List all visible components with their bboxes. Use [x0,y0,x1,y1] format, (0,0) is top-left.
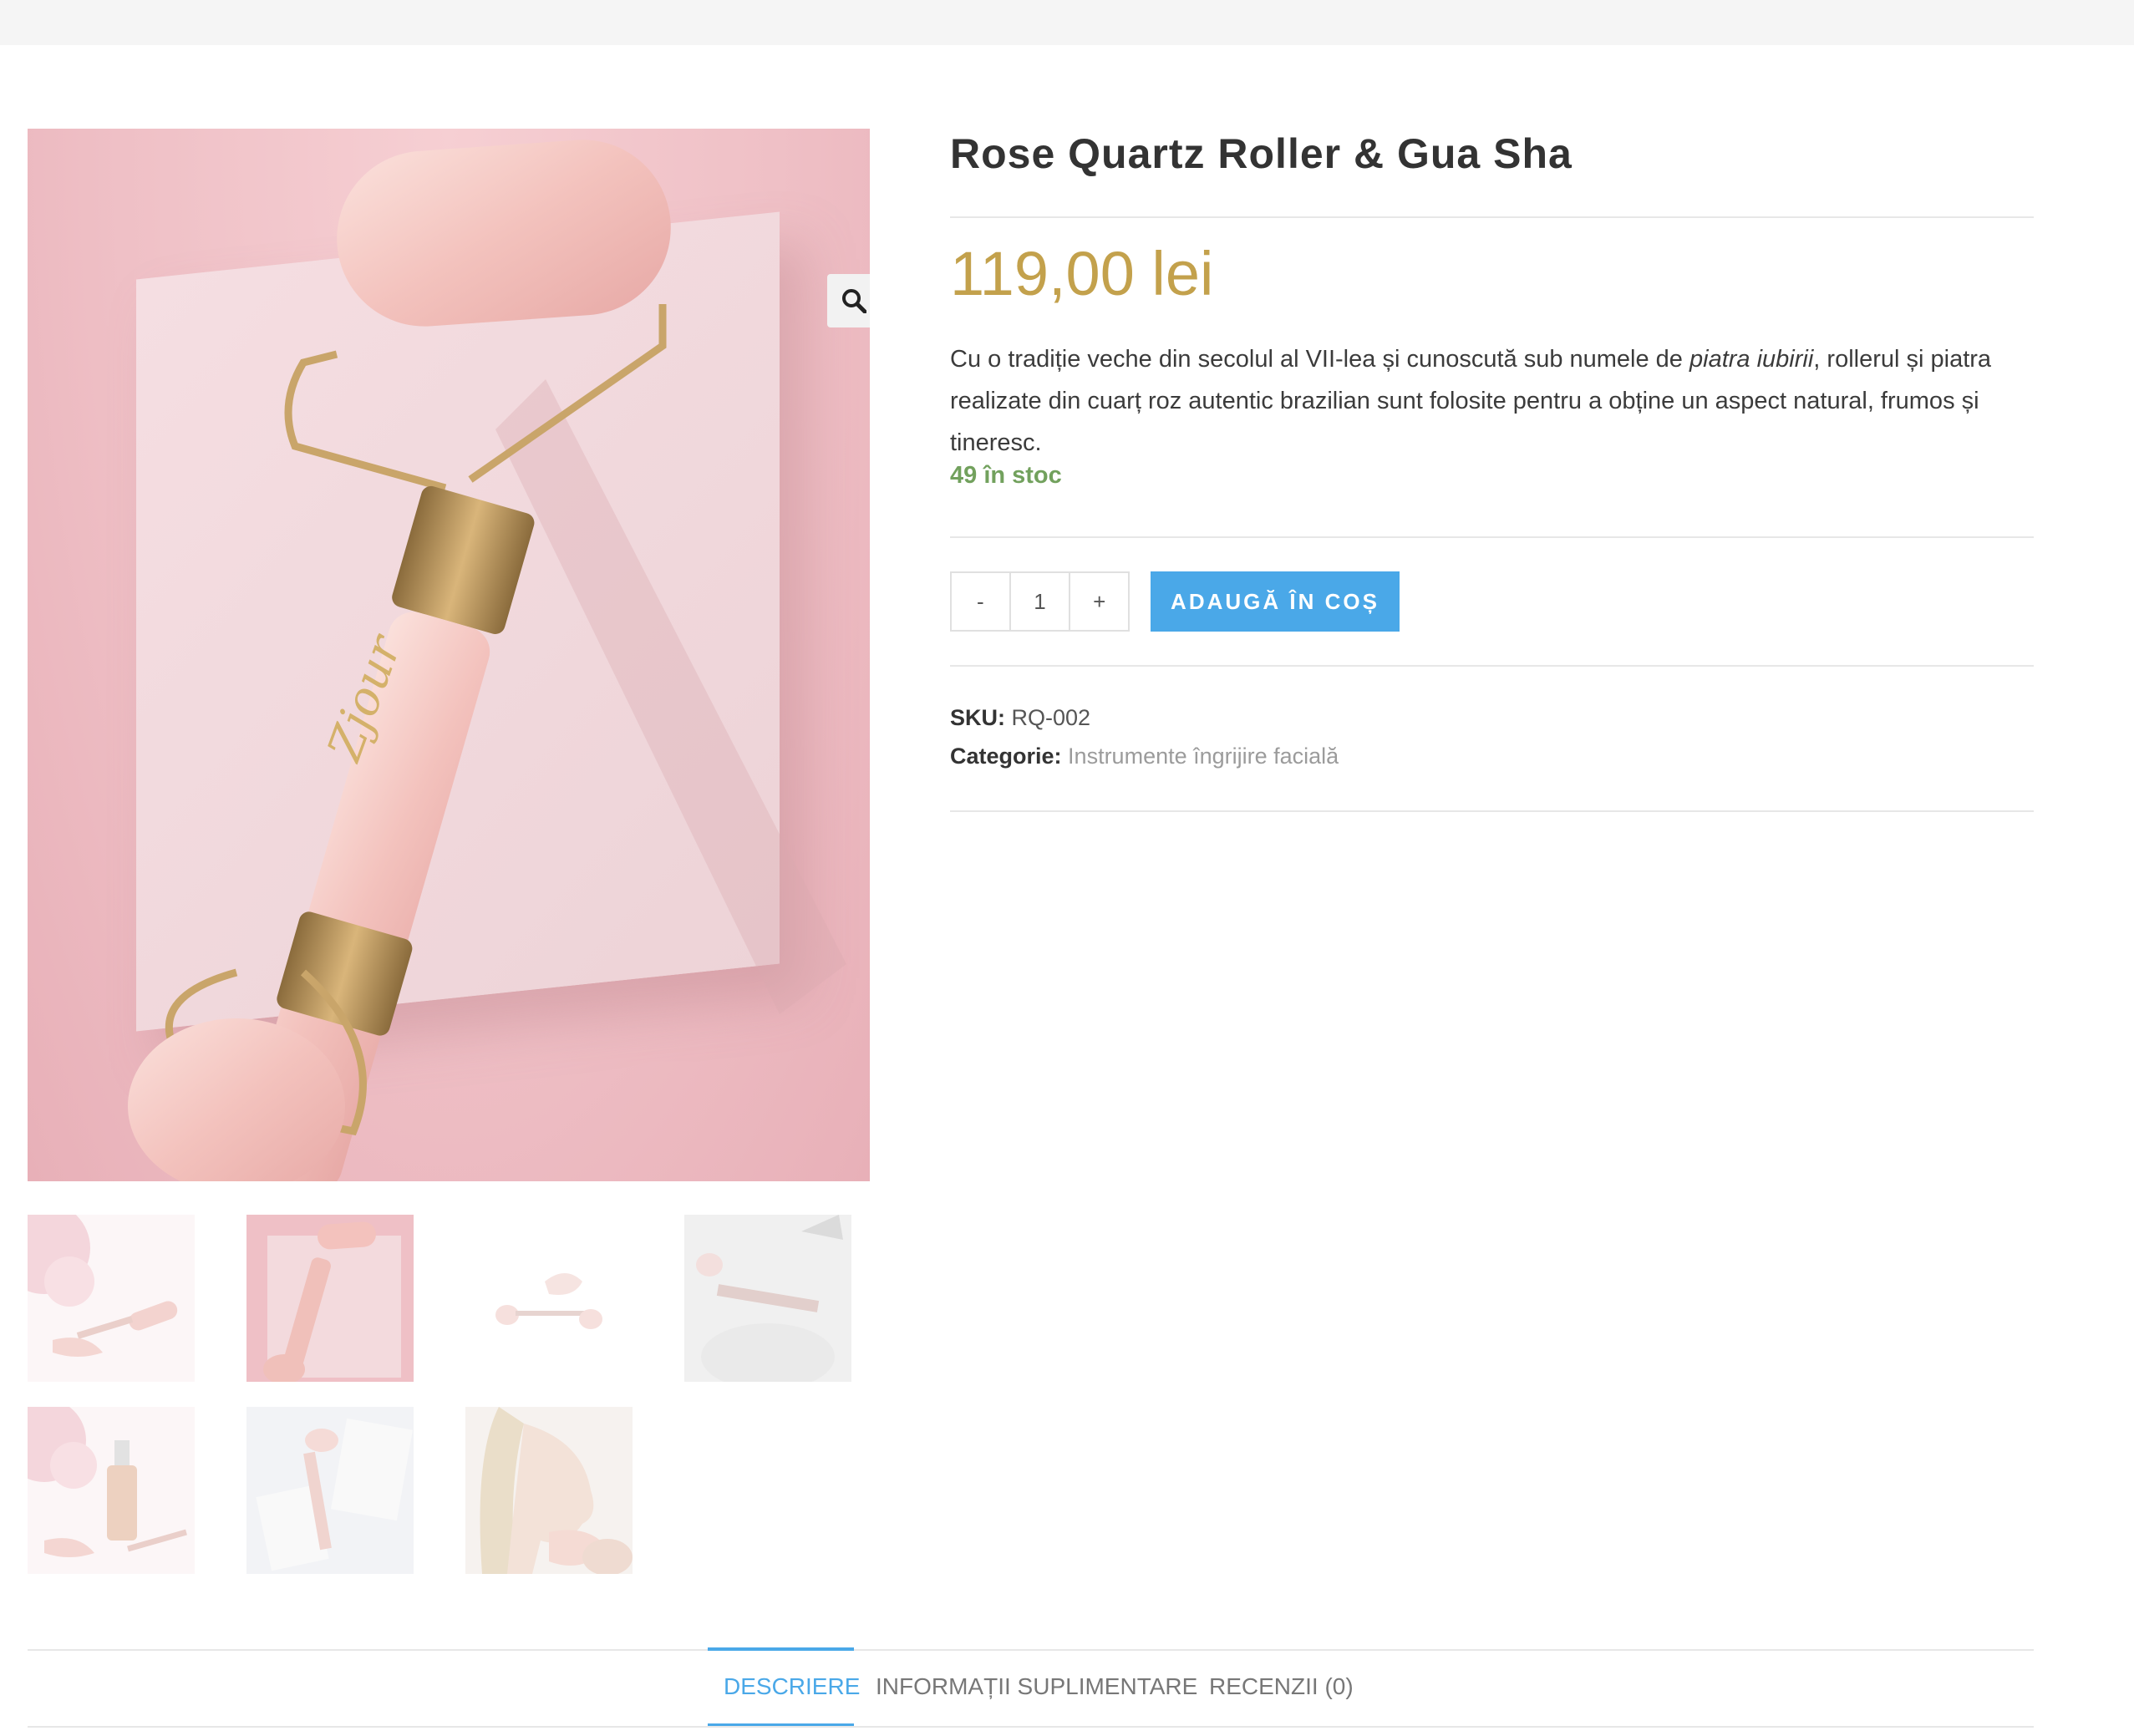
thumbnail-1[interactable] [28,1215,195,1382]
tab-reviews[interactable]: RECENZII (0) [1209,1673,1354,1700]
thumbnail-6[interactable] [246,1407,414,1574]
sku-label: SKU: [950,705,1005,730]
category-label: Categorie: [950,744,1062,769]
product-sku: SKU: RQ-002 [950,705,1090,731]
quantity-input[interactable]: 1 [1009,573,1071,630]
tabs-top-border [28,1649,2034,1651]
divider [950,810,2034,812]
serum-flowers-thumb [28,1407,195,1574]
description-text: Cu o tradiție veche din secolul al VII-l… [950,346,1689,373]
roller-flowers-thumb [28,1215,195,1382]
thumbnail-7[interactable] [465,1407,633,1574]
quantity-stepper: - 1 + [950,571,1130,632]
roller-cards-thumb [246,1407,414,1574]
quartz-roller-illustration: Zjour [128,140,846,1181]
roller-guasha-white-thumb [465,1215,633,1382]
woman-guasha-thumb [465,1407,633,1574]
thumbnail-5[interactable] [28,1407,195,1574]
product-title: Rose Quartz Roller & Gua Sha [950,130,1573,177]
divider [950,216,2034,218]
product-category: Categorie: Instrumente îngrijire facială [950,744,1339,769]
description-emphasis: piatra iubirii [1689,346,1814,373]
roller-bowl-thumb [684,1215,851,1382]
thumbnail-4[interactable] [684,1215,851,1382]
add-to-cart-button[interactable]: ADAUGĂ ÎN COȘ [1151,571,1400,632]
quantity-decrease-button[interactable]: - [952,573,1009,630]
divider [950,536,2034,538]
thumbnail-3[interactable] [465,1215,633,1382]
active-tab-indicator [708,1647,854,1651]
roller-box-thumb [246,1215,414,1382]
stock-status: 49 în stoc [950,462,1062,489]
product-price: 119,00 lei [950,239,1214,308]
top-bar [0,0,2134,45]
quantity-increase-button[interactable]: + [1070,573,1128,630]
product-description: Cu o tradiție veche din secolul al VII-l… [950,338,2028,464]
tab-additional-info[interactable]: INFORMAȚII SUPLIMENTARE [876,1673,1197,1700]
divider [950,665,2034,667]
thumbnail-2[interactable] [246,1215,414,1382]
sku-value: RQ-002 [1011,705,1091,730]
product-main-image[interactable]: Zjour [28,129,870,1181]
tab-description[interactable]: DESCRIERE [724,1673,860,1700]
tabs-bottom-border [28,1726,2034,1728]
magnifier-icon [842,289,866,313]
category-link[interactable]: Instrumente îngrijire facială [1068,744,1339,769]
zoom-button[interactable] [827,274,870,327]
